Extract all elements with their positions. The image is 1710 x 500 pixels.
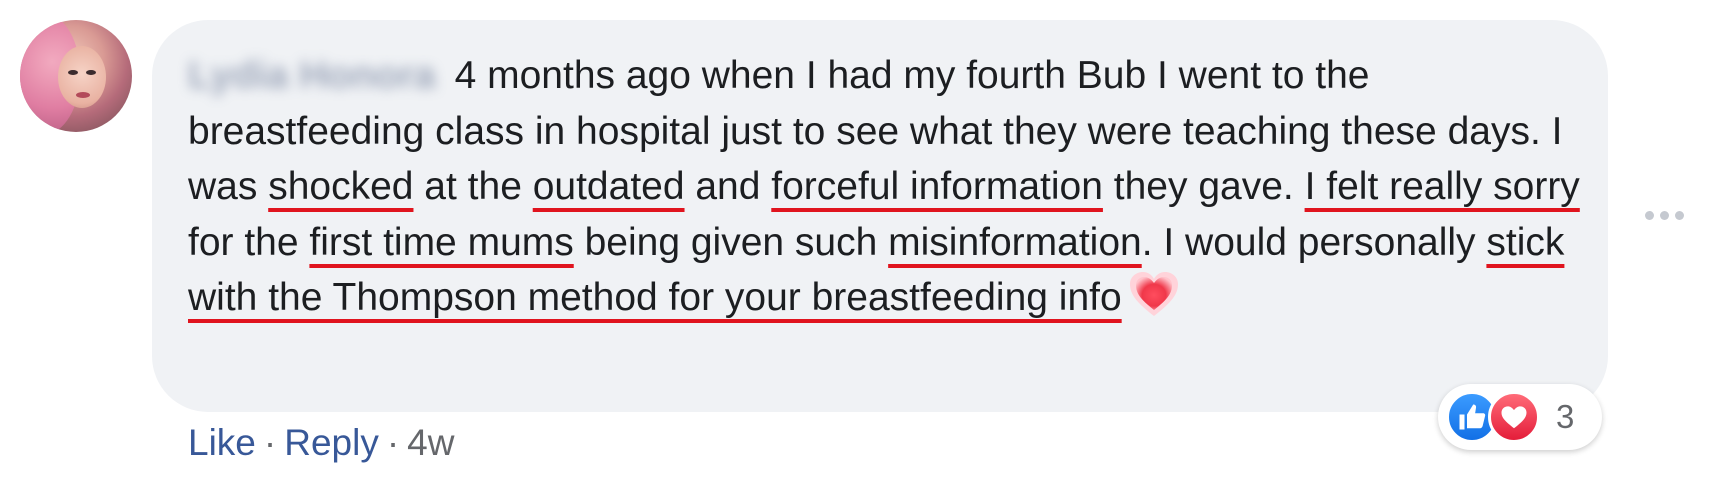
avatar[interactable] <box>20 20 132 132</box>
reaction-count: 3 <box>1556 398 1575 435</box>
text-segment: at the <box>413 165 533 208</box>
underlined-phrase: I felt really sorry <box>1304 165 1580 208</box>
reactions-summary[interactable]: 3 <box>1438 384 1602 450</box>
comment-actions: Like · Reply · 4w <box>188 422 454 464</box>
author-name[interactable]: Lydia Honora <box>188 48 436 104</box>
underlined-phrase: shocked <box>268 165 414 208</box>
love-icon <box>1488 391 1540 443</box>
text-segment: being given such <box>573 220 889 264</box>
underlined-phrase: forceful information <box>771 165 1103 208</box>
more-options-icon[interactable] <box>1645 208 1685 222</box>
dot <box>1645 211 1654 220</box>
avatar-lips <box>76 92 90 98</box>
dot <box>1660 211 1669 220</box>
avatar-face <box>58 46 106 108</box>
separator: · <box>386 422 400 463</box>
underlined-phrase: outdated <box>532 165 685 208</box>
underlined-phrase: first time mums <box>309 220 574 264</box>
text-segment: . I would personally <box>1141 220 1487 264</box>
comment-text: Lydia Honora 4 months ago when I had my … <box>188 48 1598 326</box>
text-segment: they gave. <box>1102 165 1305 208</box>
reply-link[interactable]: Reply <box>284 422 379 463</box>
text-segment: for the <box>188 220 310 264</box>
avatar-eye <box>68 70 78 75</box>
avatar-eye <box>86 70 96 75</box>
dot <box>1675 211 1684 220</box>
comment-age[interactable]: 4w <box>407 422 454 463</box>
text-segment: and <box>684 165 772 208</box>
underlined-phrase: misinformation <box>888 220 1142 264</box>
like-link[interactable]: Like <box>188 422 256 463</box>
separator: · <box>263 422 277 463</box>
heart-emoji <box>1128 270 1180 318</box>
